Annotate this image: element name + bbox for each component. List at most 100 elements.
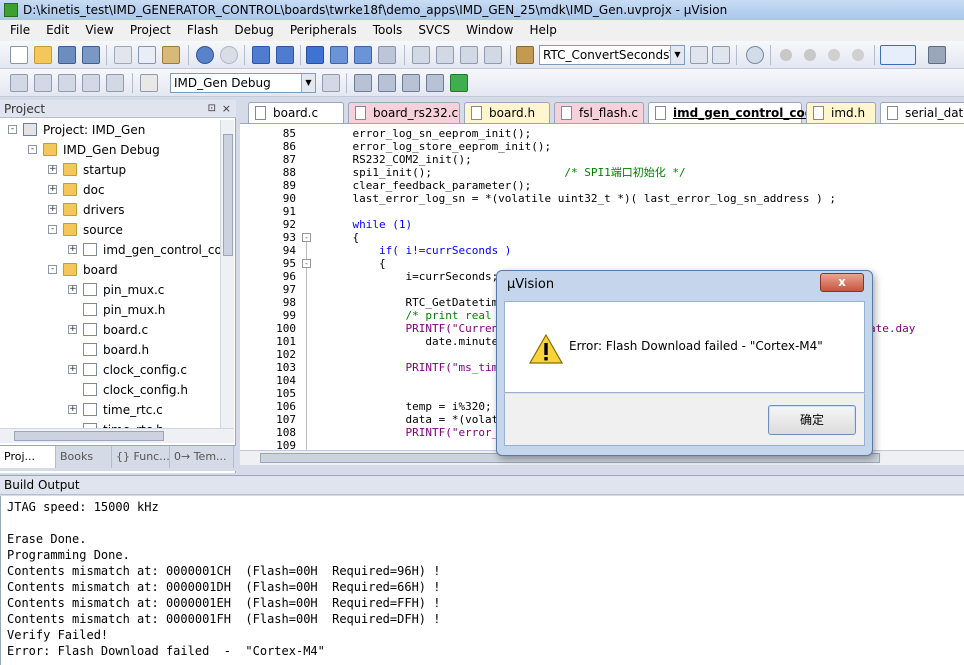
new-file-icon[interactable] [10,46,28,64]
menu-peripherals[interactable]: Peripherals [282,20,365,41]
menu-project[interactable]: Project [122,20,179,41]
clear-bookmarks-icon[interactable] [378,46,396,64]
tab-project[interactable]: Proj... [0,446,56,468]
fold-toggle-icon[interactable]: - [302,233,311,242]
expand-icon[interactable]: + [68,285,77,294]
collapse-icon[interactable]: - [48,265,57,274]
tree-item[interactable]: time_rtc.h [0,420,220,428]
configure-tools-icon[interactable] [928,46,946,64]
build-icon[interactable] [34,74,52,92]
kill-all-breakpoints-icon[interactable] [852,49,864,61]
uncomment-icon[interactable] [484,46,502,64]
menu-view[interactable]: View [77,20,121,41]
find-icon[interactable] [690,46,708,64]
editor-tab[interactable]: imd.h [806,102,876,123]
chevron-down-icon[interactable]: ▼ [301,74,315,92]
menu-file[interactable]: File [2,20,38,41]
expand-icon[interactable]: + [68,365,77,374]
pin-icon[interactable]: ⊡ [208,100,216,118]
incremental-find-icon[interactable] [712,46,730,64]
collapse-icon[interactable]: - [48,225,57,234]
expand-icon[interactable]: + [48,185,57,194]
collapse-icon[interactable]: - [28,145,37,154]
expand-icon[interactable]: + [68,325,77,334]
translate-icon[interactable] [10,74,28,92]
project-vertical-scrollbar[interactable] [220,120,234,428]
indent-icon[interactable] [412,46,430,64]
editor-tab[interactable]: fsl_flash.c [554,102,644,123]
navigate-back-icon[interactable] [252,46,270,64]
next-bookmark-icon[interactable] [354,46,372,64]
editor-tab[interactable]: board.c [248,102,344,123]
fold-toggle-icon[interactable]: - [302,259,311,268]
file-extensions-icon[interactable] [378,74,396,92]
menu-svcs[interactable]: SVCS [410,20,458,41]
expand-icon[interactable]: + [48,205,57,214]
editor-tab[interactable]: imd_gen_control_code.c [648,102,833,123]
save-all-icon[interactable] [82,46,100,64]
breakpoint-icon[interactable] [780,49,792,61]
comment-icon[interactable] [460,46,478,64]
undo-icon[interactable] [196,46,214,64]
batch-build-icon[interactable] [82,74,100,92]
tree-item[interactable]: board.h [0,340,220,360]
tree-item[interactable]: + doc [0,180,220,200]
menu-help[interactable]: Help [521,20,564,41]
rebuild-icon[interactable] [58,74,76,92]
download-load-icon[interactable] [140,74,158,92]
tree-item[interactable]: - IMD_Gen Debug [0,140,220,160]
tree-item[interactable]: + board.c [0,320,220,340]
expand-icon[interactable]: + [48,165,57,174]
save-icon[interactable] [58,46,76,64]
tree-item[interactable]: + drivers [0,200,220,220]
copy-icon[interactable] [138,46,156,64]
tree-item[interactable]: clock_config.h [0,380,220,400]
tab-books[interactable]: Books [56,446,112,468]
tree-item[interactable]: - source [0,220,220,240]
tree-item[interactable]: + pin_mux.c [0,280,220,300]
bookmark-icon[interactable] [306,46,324,64]
expand-icon[interactable]: + [68,405,77,414]
disable-breakpoint-icon[interactable] [804,49,816,61]
menu-window[interactable]: Window [458,20,521,41]
function-combo[interactable]: RTC_ConvertSecondsToD ▼ [539,45,685,65]
tree-item[interactable]: - board [0,260,220,280]
tree-item[interactable]: + time_rtc.c [0,400,220,420]
menu-debug[interactable]: Debug [226,20,281,41]
window-layout-icon[interactable] [880,45,916,65]
target-options-icon[interactable] [322,74,340,92]
editor-tab[interactable]: board_rs232.c [348,102,460,123]
pack-installer-icon[interactable] [426,74,444,92]
tree-item[interactable]: + clock_config.c [0,360,220,380]
project-horizontal-scrollbar[interactable] [0,428,234,443]
run-time-environment-icon[interactable] [402,74,420,92]
cut-icon[interactable] [114,46,132,64]
menu-flash[interactable]: Flash [179,20,226,41]
redo-icon[interactable] [220,46,238,64]
tab-templates[interactable]: 0→ Tem... [170,446,234,468]
tree-item[interactable]: pin_mux.h [0,300,220,320]
stop-build-icon[interactable] [106,74,124,92]
target-combo[interactable]: IMD_Gen Debug ▼ [170,73,316,93]
ok-button[interactable]: 确定 [768,405,856,435]
dialog-close-button[interactable]: x [820,273,864,292]
close-icon[interactable]: × [222,100,231,118]
tree-item[interactable]: + startup [0,160,220,180]
manage-components-icon[interactable] [354,74,372,92]
editor-tab[interactable]: serial_data_p [880,102,964,123]
select-software-packs-icon[interactable] [450,74,468,92]
tree-item[interactable]: + imd_gen_control_co [0,240,220,260]
menu-tools[interactable]: Tools [365,20,411,41]
open-folder-icon[interactable] [34,46,52,64]
expand-icon[interactable]: + [68,245,77,254]
paste-icon[interactable] [162,46,180,64]
tree-item[interactable]: - Project: IMD_Gen [0,120,220,140]
collapse-icon[interactable]: - [8,125,17,134]
prev-bookmark-icon[interactable] [330,46,348,64]
find-in-files-icon[interactable] [516,46,534,64]
navigate-forward-icon[interactable] [276,46,294,64]
disable-all-breakpoints-icon[interactable] [828,49,840,61]
chevron-down-icon[interactable]: ▼ [670,46,684,64]
unindent-icon[interactable] [436,46,454,64]
debug-session-icon[interactable] [746,46,764,64]
